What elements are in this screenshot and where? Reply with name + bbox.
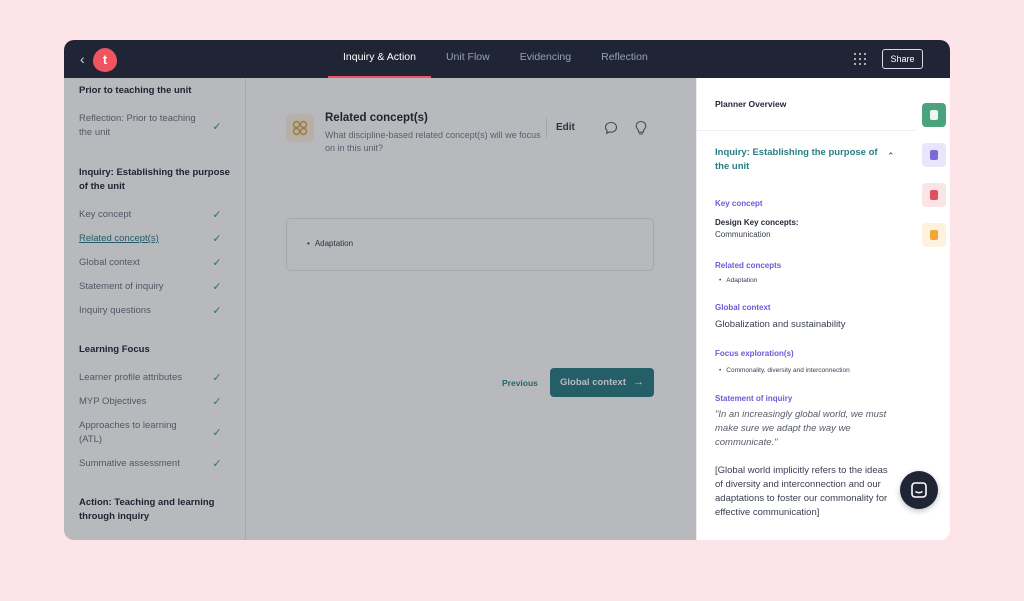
modal-overlay[interactable] (64, 78, 696, 540)
focus-exploration-label: Focus exploration(s) (715, 349, 794, 358)
archive-icon[interactable] (922, 223, 946, 247)
tab-reflection[interactable]: Reflection (586, 40, 663, 78)
planner-overview-panel: Planner Overview Inquiry: Establishing t… (696, 78, 916, 540)
divider (697, 130, 916, 131)
logo[interactable]: t (93, 48, 117, 72)
notes-icon[interactable] (922, 103, 946, 127)
share-button[interactable]: Share (882, 49, 923, 69)
tab-unit-flow[interactable]: Unit Flow (431, 40, 505, 78)
statement-of-inquiry-quote: "In an increasingly global world, we mus… (715, 409, 887, 448)
panel-title: Planner Overview (715, 99, 787, 109)
tab-label: Unit Flow (445, 51, 490, 63)
tab-label: Evidencing (519, 51, 572, 63)
logo-letter: t (102, 52, 108, 67)
related-concepts-label: Related concepts (715, 261, 782, 270)
apps-grid-icon[interactable] (854, 53, 866, 65)
key-concept-value: Communication (715, 230, 771, 239)
focus-exploration-item: Commonality, diversity and interconnecti… (719, 367, 849, 374)
statement-of-inquiry-note: [Global world implicitly refers to the i… (715, 465, 888, 518)
tab-inquiry-action[interactable]: Inquiry & Action (328, 40, 431, 78)
app-window: ‹ t Inquiry & Action Unit Flow Evidencin… (64, 40, 950, 540)
tab-label: Inquiry & Action (343, 51, 416, 63)
tab-evidencing[interactable]: Evidencing (505, 40, 586, 78)
global-context-label: Global context (715, 303, 771, 312)
key-concept-heading: Design Key concepts: (715, 218, 799, 227)
tab-label: Reflection (601, 51, 648, 63)
chat-icon[interactable] (900, 471, 938, 509)
statement-of-inquiry-label: Statement of inquiry (715, 394, 793, 403)
clipboard-icon[interactable] (922, 183, 946, 207)
key-concept-label: Key concept (715, 199, 763, 208)
tab-bar: Inquiry & Action Unit Flow Evidencing Re… (328, 40, 663, 78)
planner-icon[interactable] (922, 143, 946, 167)
panel-section-title[interactable]: Inquiry: Establishing the purpose of the… (715, 146, 880, 174)
related-concept-item: Adaptation (719, 277, 757, 284)
top-bar: ‹ t Inquiry & Action Unit Flow Evidencin… (64, 40, 950, 78)
back-icon[interactable]: ‹ (80, 51, 85, 67)
chevron-up-icon[interactable]: ⌃ (887, 151, 895, 162)
global-context-value: Globalization and sustainability (715, 319, 846, 330)
